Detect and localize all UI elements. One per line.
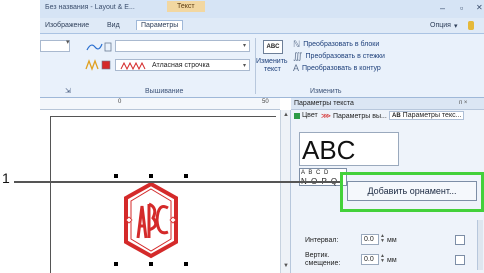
fill-stitch-icon[interactable] bbox=[85, 59, 113, 71]
change-text-button[interactable]: ABC Изменить текст bbox=[256, 38, 288, 82]
title-bar: Без названия - Layout & E... Текст – ▫ ✕ bbox=[40, 0, 484, 18]
convert-to-stitches-label: Преобразовать в стежки bbox=[305, 53, 385, 60]
stitch-type-select[interactable]: Атласная строчка ▾ bbox=[115, 59, 250, 71]
convert-to-blocks-label: Преобразовать в блоки bbox=[303, 41, 380, 48]
panel-title-bar: Параметры текста ᴨ × bbox=[291, 98, 484, 110]
vertical-offset-label-2: смещение: bbox=[305, 260, 341, 267]
convert-to-outline-label: Преобразовать в контур bbox=[302, 64, 381, 72]
interval-unit: мм bbox=[387, 237, 397, 244]
tab-text-params[interactable]: AB Параметры текс... bbox=[389, 111, 465, 120]
interval-stepper[interactable]: ▲ ▼ bbox=[380, 234, 385, 244]
chevron-down-icon[interactable]: ▾ bbox=[454, 22, 458, 30]
change-text-label-1: Изменить bbox=[256, 58, 288, 65]
callout-number: 1 bbox=[2, 170, 10, 186]
ribbon-panel: ▾ ⇲ ▾ Атласная строчка ▾ Вышивание ABC И… bbox=[40, 34, 484, 98]
text-preview-box[interactable]: ABC bbox=[299, 132, 399, 166]
panel-scrollbar[interactable] bbox=[477, 220, 483, 270]
color-icon bbox=[294, 112, 300, 119]
satin-stitch-icon bbox=[120, 62, 146, 70]
options-menu[interactable]: Опция bbox=[430, 22, 451, 29]
change-text-label-2: текст bbox=[264, 66, 281, 73]
vertical-offset-apply-icon[interactable] bbox=[455, 255, 465, 265]
group-stitching-label: Вышивание bbox=[145, 88, 184, 95]
vertical-scrollbar[interactable]: ▲ ▼ bbox=[280, 110, 290, 273]
outline-icon: A bbox=[293, 63, 300, 73]
tab-view[interactable]: Вид bbox=[107, 22, 120, 29]
chevron-down-icon: ▾ bbox=[243, 43, 247, 49]
stitch-type-label: Атласная строчка bbox=[152, 62, 210, 69]
convert-to-blocks-button[interactable]: ℕ Преобразовать в блоки bbox=[293, 39, 379, 50]
tab-embroidery-params-label: Параметры вы... bbox=[332, 112, 387, 120]
design-canvas[interactable] bbox=[40, 110, 280, 273]
panel-pin-close[interactable]: ᴨ × bbox=[459, 100, 467, 106]
ruler-tick-50: 50 bbox=[262, 99, 269, 105]
tab-text-params-label: Параметры текс... bbox=[402, 112, 462, 119]
scroll-down-icon[interactable]: ▼ bbox=[283, 263, 289, 269]
panel-title: Параметры текста bbox=[294, 100, 354, 107]
vertical-offset-stepper[interactable]: ▲ ▼ bbox=[380, 254, 385, 264]
tab-parameters[interactable]: Параметры bbox=[136, 20, 184, 30]
ribbon-tab-strip: Изображение Вид Параметры Опция ▾ bbox=[40, 18, 484, 34]
stitch-icon: ⋙ bbox=[321, 113, 331, 120]
convert-to-outline-button[interactable]: A Преобразовать в контур bbox=[293, 63, 381, 73]
ruler-tick-0: 0 bbox=[118, 99, 122, 105]
vertical-offset-input[interactable]: 0.0 bbox=[361, 254, 379, 265]
group-change-label: Изменить bbox=[310, 88, 342, 95]
tab-color-label: Цвет bbox=[302, 112, 318, 119]
help-icon[interactable] bbox=[468, 21, 474, 30]
group-expander-icon[interactable]: ⇲ bbox=[65, 87, 71, 95]
window-title: Без названия - Layout & E... bbox=[45, 4, 135, 11]
chevron-down-icon: ▾ bbox=[243, 63, 247, 69]
interval-apply-icon[interactable] bbox=[455, 235, 465, 245]
vertical-offset-unit: мм bbox=[387, 257, 397, 264]
convert-to-stitches-button[interactable]: ∭ Преобразовать в стежки bbox=[293, 51, 385, 62]
blocks-icon: ℕ bbox=[293, 39, 301, 49]
monogram-design[interactable] bbox=[110, 172, 192, 272]
interval-input[interactable]: 0.0 bbox=[361, 234, 379, 245]
callout-leader-line bbox=[14, 181, 341, 183]
ab-icon: AB bbox=[392, 112, 401, 119]
interval-label: Интервал: bbox=[305, 237, 339, 244]
horizontal-ruler: 0 50 bbox=[40, 98, 280, 110]
tab-color[interactable]: Цвет bbox=[294, 112, 318, 119]
close-button[interactable]: ✕ bbox=[476, 3, 483, 12]
minimize-button[interactable]: – bbox=[440, 3, 445, 13]
stitches-icon: ∭ bbox=[293, 51, 303, 61]
vertical-offset-label-1: Вертик. bbox=[305, 252, 330, 259]
embroidery-type-select[interactable] bbox=[115, 40, 250, 52]
scroll-up-icon[interactable]: ▲ bbox=[283, 112, 289, 118]
tab-embroidery-params[interactable]: ⋙ Параметры вы... bbox=[321, 112, 387, 121]
add-ornament-button[interactable]: Добавить орнамент... bbox=[347, 181, 477, 201]
maximize-button[interactable]: ▫ bbox=[460, 3, 463, 13]
tab-image[interactable]: Изображение bbox=[45, 22, 89, 29]
context-tab-text[interactable]: Текст bbox=[167, 1, 205, 12]
abc-icon: ABC bbox=[263, 40, 283, 54]
char-row-1: A B C D bbox=[301, 170, 330, 176]
outline-stitch-icon[interactable] bbox=[85, 41, 113, 53]
preview-text: ABC bbox=[302, 135, 356, 165]
